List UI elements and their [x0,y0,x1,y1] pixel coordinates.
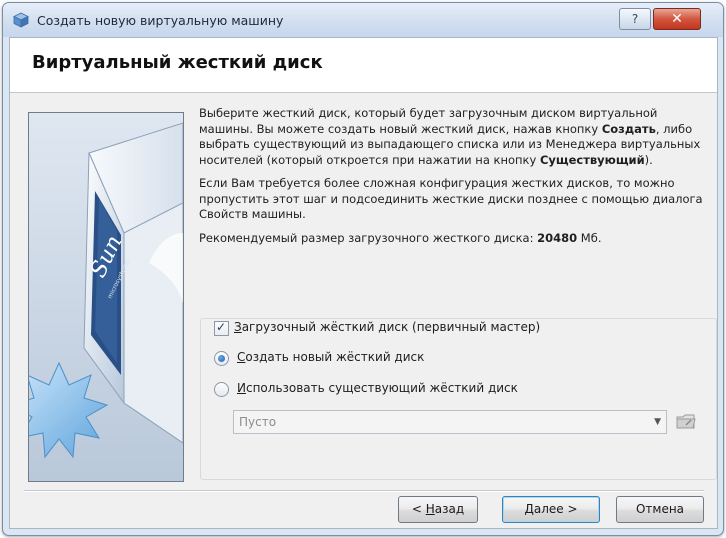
use-existing-disk-label[interactable]: Использовать существующий жёсткий диск [237,381,518,395]
checkmark-icon: ✓ [216,320,227,334]
existing-keyword: Существующий [539,152,645,167]
side-illustration: Sun microsystems [28,112,184,482]
virtualbox-app-icon [13,12,29,28]
help-button[interactable]: ? [619,8,651,30]
description-text: Выберите жесткий диск, который будет заг… [199,106,707,254]
recommended-size-value: 20480 [537,230,578,245]
boot-disk-group [200,318,717,480]
next-button[interactable]: Далее > [502,496,600,523]
radio-selected-dot [218,355,225,362]
existing-disk-select[interactable]: Пусто ▼ [233,410,667,434]
description-paragraph-1: Выберите жесткий диск, который будет заг… [199,106,701,167]
create-new-disk-label[interactable]: Создать новый жёсткий диск [237,350,424,364]
select-value: Пусто [239,415,277,429]
folder-browse-icon[interactable] [674,409,698,433]
boot-disk-checkbox-label[interactable]: Загрузочный жёсткий диск (первичный маст… [234,320,540,334]
close-button[interactable]: ✕ [653,8,701,30]
dialog-window: Создать новую виртуальную машину ? ✕ Вир… [2,2,724,536]
create-keyword: Создать [601,121,656,136]
create-new-disk-radio[interactable] [214,351,229,366]
wizard-header: Виртуальный жесткий диск [10,38,717,93]
cancel-button[interactable]: Отмена [616,496,704,523]
recommended-size-text: Рекомендуемый размер загрузочного жестко… [199,230,602,245]
use-existing-disk-radio[interactable] [214,382,229,397]
boot-disk-checkbox[interactable]: ✓ [214,320,229,336]
wizard-body: Виртуальный жесткий диск Sun microsystem… [9,37,718,529]
footer-separator [24,490,704,492]
title-bar[interactable]: Создать новую виртуальную машину ? ✕ [3,3,723,37]
virtualbox-cube-image: Sun microsystems [29,113,183,481]
window-title: Создать новую виртуальную машину [37,13,284,28]
back-button[interactable]: < Назад [398,496,478,523]
description-paragraph-2: Если Вам требуется более сложная конфигу… [199,176,703,221]
page-title: Виртуальный жесткий диск [32,52,323,73]
chevron-down-icon: ▼ [654,417,661,427]
